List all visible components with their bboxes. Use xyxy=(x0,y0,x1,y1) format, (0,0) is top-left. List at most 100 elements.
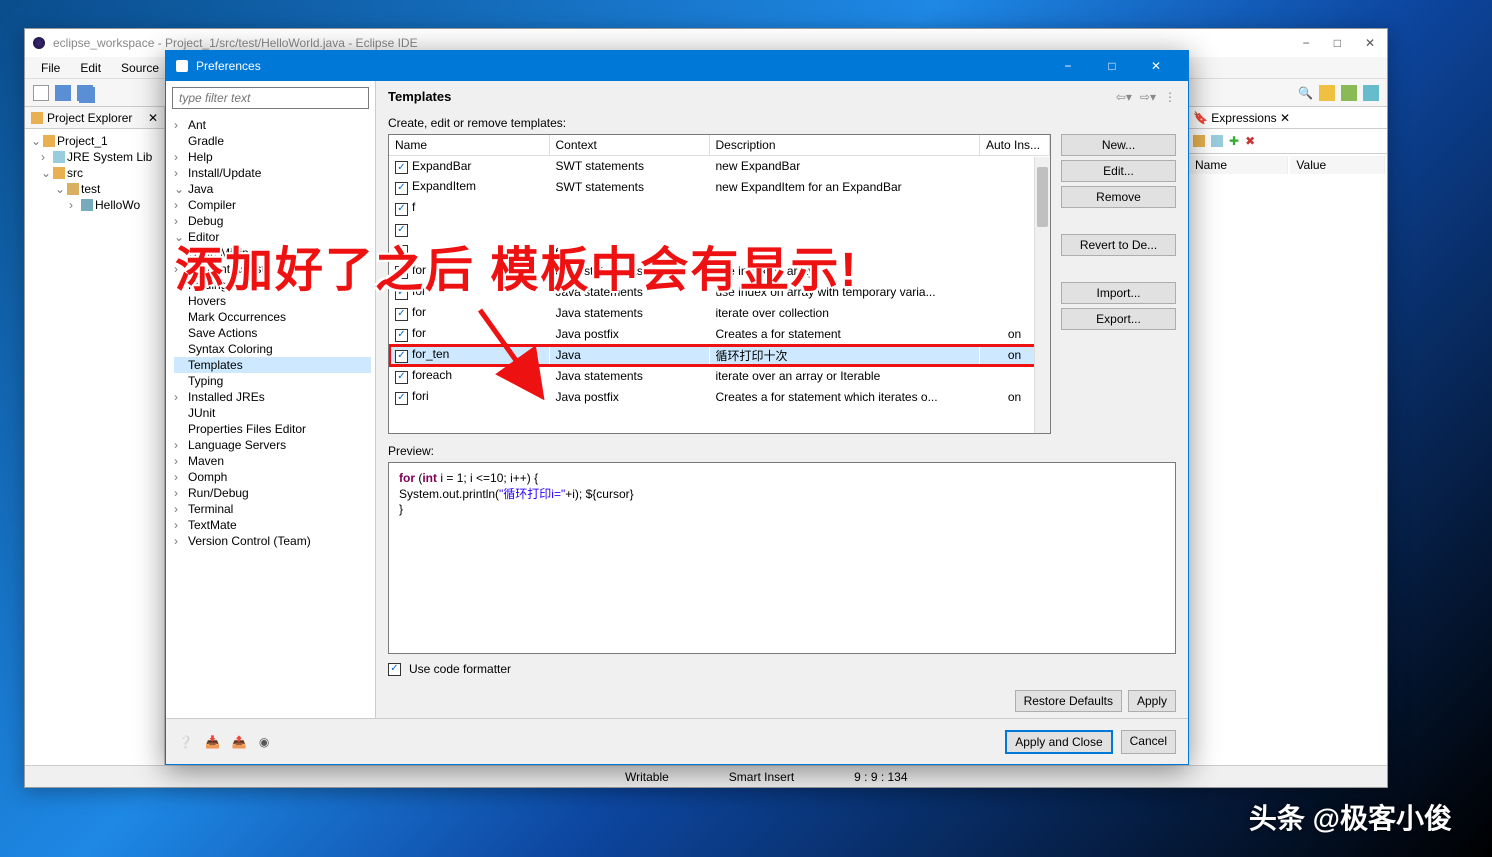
revert-button[interactable]: Revert to De... xyxy=(1061,234,1176,256)
template-row[interactable]: ents xyxy=(389,240,1050,261)
menu-file[interactable]: File xyxy=(33,59,68,77)
save-all-icon[interactable] xyxy=(77,85,93,101)
checkbox-icon[interactable] xyxy=(388,663,401,676)
scrollbar[interactable] xyxy=(1034,157,1050,433)
template-row[interactable]: foreachJava statementsiterate over an ar… xyxy=(389,366,1050,387)
checkbox-icon[interactable] xyxy=(395,203,408,216)
add-icon[interactable]: ✚ xyxy=(1229,134,1239,148)
debug-perspective-icon[interactable] xyxy=(1363,85,1379,101)
prefs-tree-item[interactable]: Gradle xyxy=(174,133,371,149)
new-button[interactable]: New... xyxy=(1061,134,1176,156)
save-icon[interactable] xyxy=(55,85,71,101)
remove-button[interactable]: Remove xyxy=(1061,186,1176,208)
prefs-tree-item[interactable]: Code Minings xyxy=(174,245,371,261)
template-row[interactable]: f xyxy=(389,198,1050,219)
prefs-tree-item[interactable]: ›Installed JREs xyxy=(174,389,371,405)
prefs-tree-item[interactable]: Templates xyxy=(174,357,371,373)
prefs-tree-item[interactable]: ›Language Servers xyxy=(174,437,371,453)
prefs-tree-item[interactable]: ›Debug xyxy=(174,213,371,229)
prefs-tree-item[interactable]: Typing xyxy=(174,373,371,389)
prefs-tree-item[interactable]: ›Install/Update xyxy=(174,165,371,181)
template-row[interactable]: foriJava postfixCreates a for statement … xyxy=(389,387,1050,408)
open-perspective-icon[interactable] xyxy=(1319,85,1335,101)
help-icon[interactable]: ❔ xyxy=(178,735,193,749)
template-row[interactable]: ExpandBarSWT statementsnew ExpandBar xyxy=(389,156,1050,177)
col-context[interactable]: Context xyxy=(549,135,709,156)
prefs-tree-item[interactable]: Mark Occurrences xyxy=(174,309,371,325)
use-formatter-checkbox[interactable]: Use code formatter xyxy=(388,662,1176,676)
prefs-tree-item[interactable]: ⌄Editor xyxy=(174,229,371,245)
new-icon[interactable] xyxy=(33,85,49,101)
checkbox-icon[interactable] xyxy=(395,350,408,363)
menu-icon[interactable]: ⋮ xyxy=(1164,90,1176,104)
checkbox-icon[interactable] xyxy=(395,245,408,258)
checkbox-icon[interactable] xyxy=(395,161,408,174)
prefs-tree-item[interactable]: ›Maven xyxy=(174,453,371,469)
minimize-button[interactable]: − xyxy=(1046,53,1090,79)
template-row[interactable] xyxy=(389,219,1050,240)
prefs-tree-item[interactable]: Hovers xyxy=(174,293,371,309)
prefs-tree-item[interactable]: ›Version Control (Team) xyxy=(174,533,371,549)
prefs-tree-item[interactable]: Save Actions xyxy=(174,325,371,341)
filter-input[interactable] xyxy=(172,87,369,109)
record-icon[interactable]: ◉ xyxy=(259,735,269,749)
templates-table[interactable]: Name Context Description Auto Ins... Exp… xyxy=(388,134,1051,434)
export-prefs-icon[interactable]: 📤 xyxy=(232,735,247,749)
close-button[interactable]: ✕ xyxy=(1134,53,1178,79)
java-perspective-icon[interactable] xyxy=(1341,85,1357,101)
prefs-tree-item[interactable]: ⌄Java xyxy=(174,181,371,197)
template-row[interactable]: forJava statementsuse index on array xyxy=(389,261,1050,282)
expr-icon[interactable] xyxy=(1211,135,1223,147)
maximize-button[interactable]: □ xyxy=(1090,53,1134,79)
prefs-tree[interactable]: ›AntGradle›Help›Install/Update⌄Java›Comp… xyxy=(166,115,375,718)
prefs-tree-item[interactable]: ›TextMate xyxy=(174,517,371,533)
menu-source[interactable]: Source xyxy=(113,59,167,77)
checkbox-icon[interactable] xyxy=(395,392,408,405)
prefs-tree-item[interactable]: ›Ant xyxy=(174,117,371,133)
remove-icon[interactable]: ✖ xyxy=(1245,134,1255,148)
prefs-tree-item[interactable]: Folding xyxy=(174,277,371,293)
checkbox-icon[interactable] xyxy=(395,287,408,300)
edit-button[interactable]: Edit... xyxy=(1061,160,1176,182)
close-button[interactable]: ✕ xyxy=(1361,36,1379,50)
checkbox-icon[interactable] xyxy=(395,308,408,321)
maximize-button[interactable]: □ xyxy=(1330,36,1345,50)
template-row[interactable]: forJava statementsuse index on array wit… xyxy=(389,282,1050,303)
restore-defaults-button[interactable]: Restore Defaults xyxy=(1015,690,1122,712)
prefs-tree-item[interactable]: Syntax Coloring xyxy=(174,341,371,357)
template-row[interactable]: forJava postfixCreates a for statementon xyxy=(389,324,1050,345)
col-auto[interactable]: Auto Ins... xyxy=(980,135,1050,156)
checkbox-icon[interactable] xyxy=(395,329,408,342)
prefs-tree-item[interactable]: ›Help xyxy=(174,149,371,165)
import-button[interactable]: Import... xyxy=(1061,282,1176,304)
expressions-tab[interactable]: 🔖 Expressions ✕ xyxy=(1193,111,1290,125)
prefs-tree-item[interactable]: ›Compiler xyxy=(174,197,371,213)
import-prefs-icon[interactable]: 📥 xyxy=(205,735,220,749)
apply-and-close-button[interactable]: Apply and Close xyxy=(1005,730,1112,754)
expr-icon[interactable] xyxy=(1193,135,1205,147)
menu-edit[interactable]: Edit xyxy=(72,59,109,77)
project-tree[interactable]: ⌄Project_1 ›JRE System Lib ⌄src ⌄test ›H… xyxy=(25,129,164,217)
checkbox-icon[interactable] xyxy=(395,371,408,384)
minimize-button[interactable]: − xyxy=(1299,36,1314,50)
prefs-tree-item[interactable]: ›Terminal xyxy=(174,501,371,517)
template-row[interactable]: ExpandItemSWT statementsnew ExpandItem f… xyxy=(389,177,1050,198)
prefs-tree-item[interactable]: Properties Files Editor xyxy=(174,421,371,437)
checkbox-icon[interactable] xyxy=(395,266,408,279)
back-icon[interactable]: ⇦▾ xyxy=(1116,90,1132,104)
apply-button[interactable]: Apply xyxy=(1128,690,1176,712)
col-desc[interactable]: Description xyxy=(709,135,980,156)
close-icon[interactable]: ✕ xyxy=(148,111,158,125)
forward-icon[interactable]: ⇨▾ xyxy=(1140,90,1156,104)
search-icon[interactable]: 🔍 xyxy=(1298,86,1313,100)
export-button[interactable]: Export... xyxy=(1061,308,1176,330)
checkbox-icon[interactable] xyxy=(395,182,408,195)
prefs-tree-item[interactable]: JUnit xyxy=(174,405,371,421)
checkbox-icon[interactable] xyxy=(395,224,408,237)
col-name[interactable]: Name xyxy=(389,135,549,156)
prefs-tree-item[interactable]: ›Run/Debug xyxy=(174,485,371,501)
prefs-tree-item[interactable]: ›Content Assist xyxy=(174,261,371,277)
cancel-button[interactable]: Cancel xyxy=(1121,730,1176,754)
template-row[interactable]: for_tenJava循环打印十次on xyxy=(389,345,1050,366)
template-row[interactable]: forJava statementsiterate over collectio… xyxy=(389,303,1050,324)
